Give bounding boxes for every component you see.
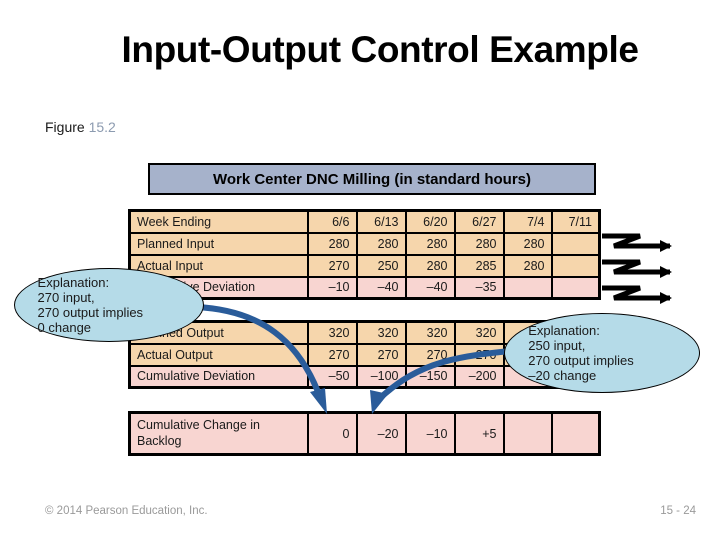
table-cell: +5 (453, 411, 505, 456)
table-cell: 0 (306, 411, 358, 456)
footer-copyright: © 2014 Pearson Education, Inc. (45, 505, 208, 517)
table-cell (550, 253, 601, 278)
table-cell: 250 (355, 253, 407, 278)
footer-page-number: 15 - 24 (660, 505, 696, 517)
figure-caption: Figure 15.2 (45, 119, 116, 135)
table-cell (502, 275, 553, 300)
table-cell: –10 (404, 411, 456, 456)
row-label: Cumulative Deviation (128, 364, 309, 389)
figure-label: Figure (45, 119, 85, 135)
page-title: Input-Output Control Example (121, 29, 639, 70)
table-cell: 6/6 (306, 209, 358, 234)
table-cell: 6/27 (453, 209, 505, 234)
table-cell: –100 (355, 364, 407, 389)
table-cell: –40 (404, 275, 456, 300)
table-cell: 6/13 (355, 209, 407, 234)
row-label: Actual Output (128, 342, 309, 367)
explanation-balloon-right-text: Explanation: 250 input, 270 output impli… (528, 322, 634, 384)
table-cell: –20 (355, 411, 407, 456)
table-row: Actual Input 270 250 280 285 280 (128, 253, 601, 278)
table-cell: 320 (306, 320, 358, 345)
table-cell: 280 (404, 253, 456, 278)
table-cell: 270 (404, 342, 456, 367)
table-cell: –10 (306, 275, 358, 300)
table-cell: 320 (453, 320, 505, 345)
table-cell (550, 231, 601, 256)
table-cell: 270 (306, 253, 358, 278)
table-cell: 280 (502, 253, 553, 278)
table-cell: –35 (453, 275, 505, 300)
table-cell: 280 (502, 231, 553, 256)
table-cell: 285 (453, 253, 505, 278)
explanation-balloon-right: Explanation: 250 input, 270 output impli… (504, 313, 700, 393)
zigzag-right-arrow (602, 233, 672, 252)
table-cell: 320 (355, 320, 407, 345)
table-cell: 270 (306, 342, 358, 367)
table-cell: –50 (306, 364, 358, 389)
table-cell: 270 (453, 342, 505, 367)
zigzag-right-arrow (602, 285, 672, 304)
table-cell: 280 (355, 231, 407, 256)
table-cell: 6/20 (404, 209, 456, 234)
table-cell: 7/11 (550, 209, 601, 234)
table-cell: 7/4 (502, 209, 553, 234)
table-cell (550, 275, 601, 300)
table-cell: 280 (306, 231, 358, 256)
table-cell: 270 (355, 342, 407, 367)
zigzag-right-arrow (602, 259, 672, 278)
table-row: Week Ending 6/6 6/13 6/20 6/27 7/4 7/11 (128, 209, 601, 234)
table-row: Cumulative Change in Backlog 0 –20 –10 +5 (128, 411, 601, 456)
table-cell: 280 (453, 231, 505, 256)
work-center-banner: Work Center DNC Milling (in standard hou… (148, 163, 596, 195)
table-cell: 320 (404, 320, 456, 345)
table-cell: –40 (355, 275, 407, 300)
backlog-table: Cumulative Change in Backlog 0 –20 –10 +5 (128, 411, 601, 456)
row-label: Week Ending (128, 209, 309, 234)
row-label: Planned Input (128, 231, 309, 256)
table-cell: –150 (404, 364, 456, 389)
table-row: Planned Input 280 280 280 280 280 (128, 231, 601, 256)
table-cell: 280 (404, 231, 456, 256)
explanation-balloon-left: Explanation: 270 input, 270 output impli… (14, 268, 204, 342)
explanation-balloon-left-text: Explanation: 270 input, 270 output impli… (37, 274, 144, 336)
table-cell: –200 (453, 364, 505, 389)
backlog-table-body: Cumulative Change in Backlog 0 –20 –10 +5 (128, 411, 601, 456)
figure-number: 15.2 (88, 119, 116, 135)
table-cell (502, 411, 553, 456)
row-label: Cumulative Change in Backlog (128, 411, 309, 456)
table-cell (550, 411, 601, 456)
